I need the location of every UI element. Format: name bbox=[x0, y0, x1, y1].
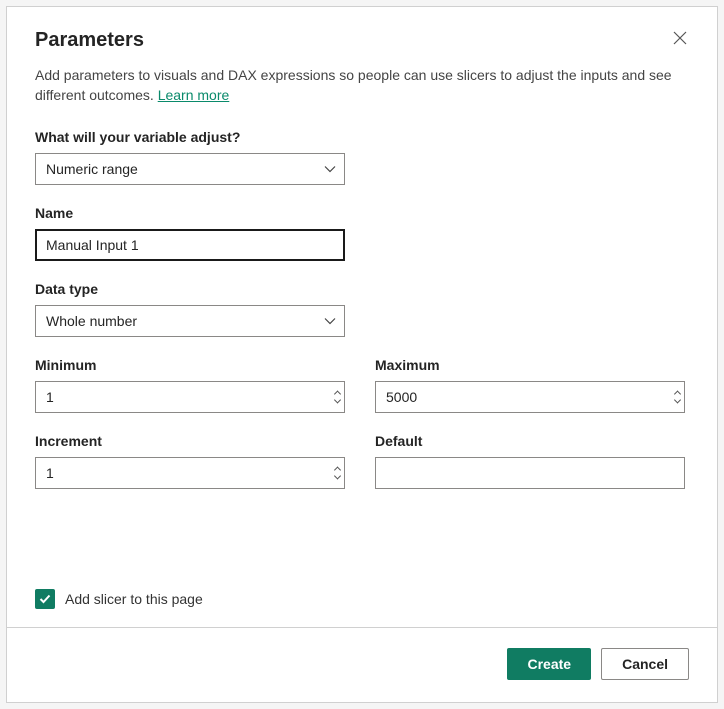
learn-more-link[interactable]: Learn more bbox=[158, 87, 230, 103]
chevron-down-icon bbox=[674, 397, 681, 404]
increment-input[interactable]: 1 bbox=[35, 457, 345, 489]
variable-adjust-label: What will your variable adjust? bbox=[35, 129, 345, 145]
data-type-value: Whole number bbox=[46, 313, 137, 329]
dialog-title: Parameters bbox=[35, 29, 144, 52]
variable-adjust-select[interactable]: Numeric range bbox=[35, 153, 345, 185]
maximum-input[interactable]: 5000 bbox=[375, 381, 685, 413]
increment-value: 1 bbox=[46, 465, 54, 481]
spinner-controls[interactable] bbox=[675, 392, 680, 403]
chevron-down-icon bbox=[324, 317, 336, 325]
name-label: Name bbox=[35, 205, 345, 221]
dialog-footer: Create Cancel bbox=[35, 648, 689, 680]
check-icon bbox=[38, 592, 52, 606]
dialog-description: Add parameters to visuals and DAX expres… bbox=[35, 66, 689, 105]
increment-label: Increment bbox=[35, 433, 345, 449]
chevron-down-icon bbox=[334, 473, 341, 480]
maximum-value: 5000 bbox=[386, 389, 417, 405]
minimum-input[interactable]: 1 bbox=[35, 381, 345, 413]
name-input[interactable] bbox=[35, 229, 345, 261]
create-button[interactable]: Create bbox=[507, 648, 591, 680]
variable-adjust-value: Numeric range bbox=[46, 161, 138, 177]
add-slicer-checkbox[interactable] bbox=[35, 589, 55, 609]
cancel-button[interactable]: Cancel bbox=[601, 648, 689, 680]
chevron-down-icon bbox=[334, 397, 341, 404]
data-type-label: Data type bbox=[35, 281, 345, 297]
chevron-down-icon bbox=[324, 165, 336, 173]
description-text: Add parameters to visuals and DAX expres… bbox=[35, 67, 672, 103]
data-type-select[interactable]: Whole number bbox=[35, 305, 345, 337]
close-button[interactable] bbox=[671, 29, 689, 52]
default-label: Default bbox=[375, 433, 685, 449]
minimum-value: 1 bbox=[46, 389, 54, 405]
minimum-label: Minimum bbox=[35, 357, 345, 373]
add-slicer-label: Add slicer to this page bbox=[65, 591, 203, 607]
footer-divider bbox=[7, 627, 717, 628]
close-icon bbox=[673, 31, 687, 45]
spinner-controls[interactable] bbox=[335, 392, 340, 403]
parameters-dialog: Parameters Add parameters to visuals and… bbox=[6, 6, 718, 703]
add-slicer-row: Add slicer to this page bbox=[35, 589, 689, 609]
default-input[interactable] bbox=[375, 457, 685, 489]
spinner-controls[interactable] bbox=[335, 468, 340, 479]
maximum-label: Maximum bbox=[375, 357, 685, 373]
dialog-header: Parameters bbox=[35, 29, 689, 52]
